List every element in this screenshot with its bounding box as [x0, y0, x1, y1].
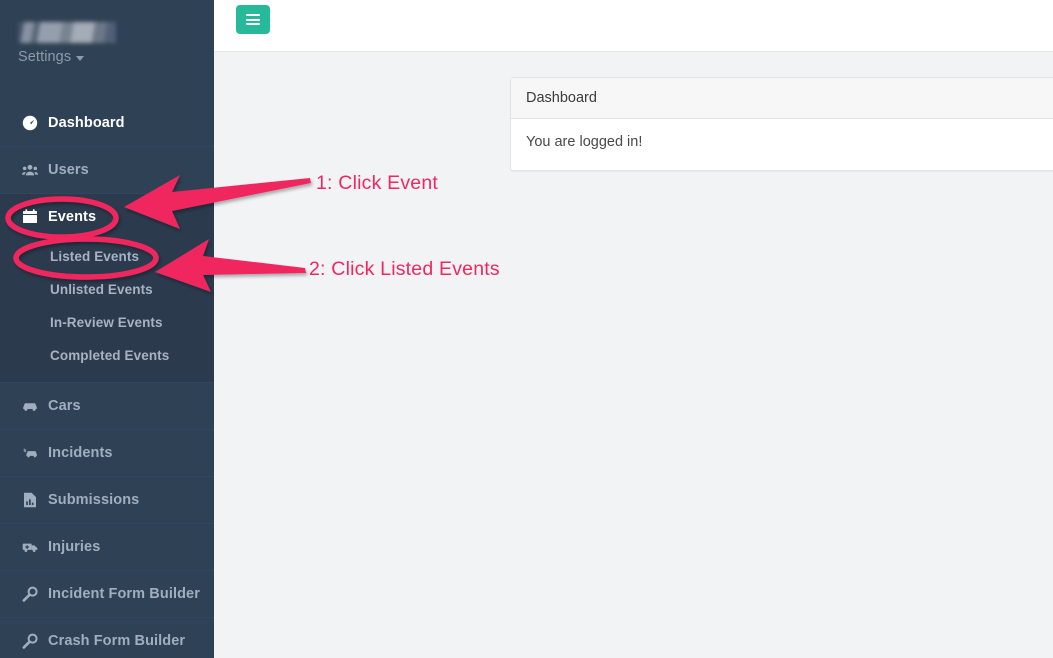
sidebar-item-label: Users: [48, 162, 89, 178]
ambulance-icon: [22, 539, 44, 555]
annotation-step-1: 1: Click Event: [316, 172, 439, 194]
car-icon: [22, 398, 44, 414]
sidebar-item-label: Incidents: [48, 445, 113, 461]
sidebar-item-label: Incident Form Builder: [48, 586, 200, 602]
sidebar-item-users[interactable]: Users: [0, 146, 214, 193]
file-chart-icon: [22, 492, 44, 508]
sidebar-item-injuries[interactable]: Injuries: [0, 523, 214, 570]
main-content: Dashboard You are logged in!: [214, 52, 1053, 658]
wrench-icon: [22, 633, 44, 649]
sidebar: Settings Dashboard Users Events Listed E…: [0, 0, 214, 658]
sidebar-subitem-completed-events[interactable]: Completed Events: [0, 339, 214, 372]
app-root: Settings Dashboard Users Events Listed E…: [0, 0, 1053, 658]
sidebar-subitem-in-review-events[interactable]: In-Review Events: [0, 306, 214, 339]
panel-title: Dashboard: [511, 78, 1053, 119]
car-crash-icon: [22, 445, 44, 461]
top-navbar: [214, 0, 1053, 52]
sidebar-nav: Dashboard Users Events Listed Events Unl…: [0, 99, 214, 658]
sidebar-item-incidents[interactable]: Incidents: [0, 429, 214, 476]
sidebar-item-label: Crash Form Builder: [48, 633, 186, 649]
chevron-down-icon: [76, 55, 85, 61]
sidebar-item-crash-form-builder[interactable]: Crash Form Builder: [0, 617, 214, 658]
sidebar-item-cars[interactable]: Cars: [0, 382, 214, 429]
redacted-username: [18, 22, 116, 43]
sidebar-subitem-unlisted-events[interactable]: Unlisted Events: [0, 273, 214, 306]
sidebar-item-events[interactable]: Events: [0, 193, 214, 240]
users-icon: [22, 162, 44, 178]
panel-body-text: You are logged in!: [526, 134, 643, 150]
wrench-icon: [22, 586, 44, 602]
sidebar-item-label: Submissions: [48, 492, 140, 508]
dashboard-icon: [22, 115, 44, 131]
sidebar-subitem-label: Completed Events: [50, 348, 170, 363]
sidebar-subitem-listed-events[interactable]: Listed Events: [0, 240, 214, 273]
calendar-icon: [22, 209, 44, 225]
hamburger-icon[interactable]: [236, 5, 270, 34]
sidebar-item-label: Events: [48, 209, 97, 225]
sidebar-subitem-label: Unlisted Events: [50, 282, 153, 297]
dashboard-panel: Dashboard You are logged in!: [510, 77, 1053, 171]
sidebar-item-label: Cars: [48, 398, 81, 414]
hamburger-bars: [246, 12, 260, 28]
sidebar-item-submissions[interactable]: Submissions: [0, 476, 214, 523]
annotation-step-2: 2: Click Listed Events: [309, 258, 500, 280]
events-submenu: Listed Events Unlisted Events In-Review …: [0, 240, 214, 382]
sidebar-subitem-label: Listed Events: [50, 249, 140, 264]
settings-dropdown[interactable]: Settings: [18, 49, 85, 65]
sidebar-group-events: Events Listed Events Unlisted Events In-…: [0, 193, 214, 382]
settings-label: Settings: [18, 49, 72, 65]
sidebar-item-incident-form-builder[interactable]: Incident Form Builder: [0, 570, 214, 617]
sidebar-item-dashboard[interactable]: Dashboard: [0, 99, 214, 146]
sidebar-subitem-label: In-Review Events: [50, 315, 163, 330]
sidebar-item-label: Injuries: [48, 539, 101, 555]
sidebar-profile: Settings: [0, 0, 214, 65]
sidebar-item-label: Dashboard: [48, 114, 125, 131]
